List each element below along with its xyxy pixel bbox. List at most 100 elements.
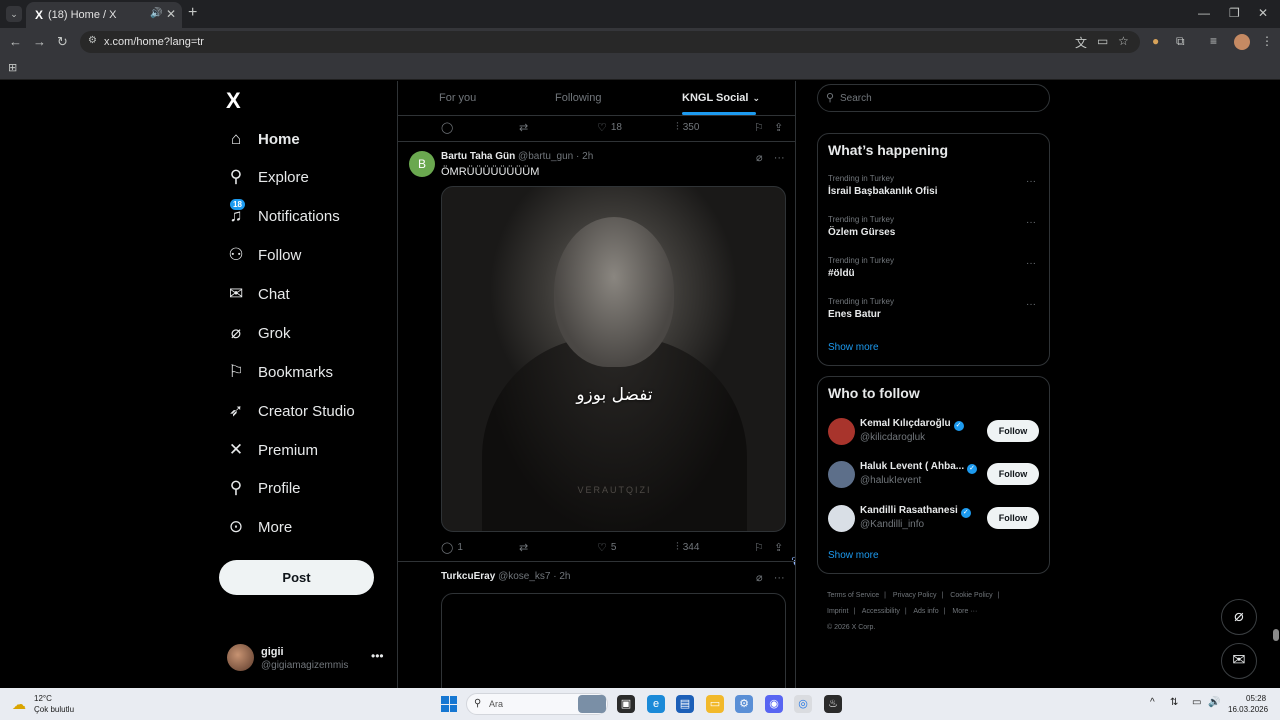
nav-premium[interactable]: ✕ Premium: [226, 436, 386, 464]
network-icon[interactable]: ⇅: [1170, 697, 1178, 708]
forward-arrow-icon[interactable]: →: [33, 34, 46, 49]
tweet-video[interactable]: تفضل بوزو VERAUTQIZI: [441, 186, 786, 532]
cloud-sun-icon[interactable]: ☁: [12, 696, 26, 713]
trend-name[interactable]: #öldü: [828, 268, 855, 279]
footer-link[interactable]: Ads info: [913, 608, 938, 615]
follow-name[interactable]: Haluk Levent ( Ahba... ✓: [860, 461, 978, 474]
volume-icon[interactable]: 🔊: [1208, 697, 1220, 708]
share-icon[interactable]: ⇪: [774, 121, 787, 134]
bookmark-icon[interactable]: ⚐: [754, 121, 768, 134]
menu-kebab-icon[interactable]: ⋮: [1261, 34, 1273, 48]
window-close-icon[interactable]: ✕: [1258, 6, 1268, 20]
follow-name[interactable]: Kemal Kılıçdaroğlu ✓: [860, 418, 964, 431]
tweet-time[interactable]: · 2h: [576, 151, 593, 162]
steam-icon[interactable]: ♨: [824, 695, 842, 713]
footer-link[interactable]: Cookie Policy: [950, 592, 992, 599]
new-tab-button[interactable]: +: [188, 4, 197, 22]
settings-icon[interactable]: ⚙: [735, 695, 753, 713]
close-tab-icon[interactable]: ✕: [166, 7, 176, 21]
footer-link[interactable]: Terms of Service: [827, 592, 879, 599]
footer-link[interactable]: Accessibility: [862, 608, 900, 615]
nav-profile[interactable]: ⚲ Profile: [226, 474, 386, 502]
views-button[interactable]: ⫶ 350: [676, 121, 699, 134]
tab-search-button[interactable]: ⌄: [6, 6, 22, 22]
more-dots-icon[interactable]: ···: [1026, 299, 1036, 310]
task-view-icon[interactable]: ▣: [617, 695, 635, 713]
clock-time[interactable]: 05:28: [1246, 694, 1266, 703]
nav-grok[interactable]: ⌀ Grok: [226, 319, 386, 347]
weather-temperature[interactable]: 12°C: [34, 694, 52, 703]
more-dots-icon[interactable]: ···: [1026, 176, 1036, 187]
footer-link[interactable]: Imprint: [827, 608, 848, 615]
x-logo-icon[interactable]: X: [226, 88, 241, 114]
tweet-avatar[interactable]: B: [409, 151, 435, 177]
trend-name[interactable]: Enes Batur: [828, 309, 881, 320]
nav-chat[interactable]: ✉ Chat: [226, 280, 386, 308]
reply-button[interactable]: ◯ 1: [441, 541, 463, 554]
search-input[interactable]: ⚲ Search: [817, 84, 1050, 112]
tweet-time[interactable]: · 2h: [553, 571, 570, 582]
grok-fab-icon[interactable]: ⌀: [1221, 599, 1257, 635]
nav-notifications[interactable]: ♫ 18 Notifications: [226, 199, 386, 230]
clock-date[interactable]: 16.03.2026: [1228, 705, 1268, 714]
windows-start-icon[interactable]: [441, 696, 457, 712]
display-icon[interactable]: ▭: [1192, 697, 1201, 708]
cast-icon[interactable]: ▭: [1097, 34, 1108, 48]
like-button[interactable]: ♡ 18: [597, 121, 622, 134]
trend-name[interactable]: İsrail Başbakanlık Ofisi: [828, 186, 938, 197]
profile-avatar[interactable]: [1234, 34, 1250, 50]
more-dots-icon[interactable]: ···: [1026, 258, 1036, 269]
tweet-media[interactable]: [441, 593, 786, 688]
tweet-author-handle[interactable]: @bartu_gun: [518, 151, 573, 162]
speaker-icon[interactable]: 🔊: [150, 8, 162, 19]
follow-button[interactable]: Follow: [987, 507, 1039, 529]
grok-icon[interactable]: ⌀: [756, 572, 763, 584]
nav-follow[interactable]: ⚇ Follow: [226, 241, 386, 269]
edge-icon[interactable]: e: [647, 695, 665, 713]
address-bar[interactable]: ⚙ x.com/home?lang=tr: [80, 31, 1140, 53]
more-dots-icon[interactable]: ···: [1026, 217, 1036, 228]
bookmark-icon[interactable]: ⚐: [754, 541, 768, 554]
bookmark-star-icon[interactable]: ☆: [1118, 34, 1129, 48]
footer-link[interactable]: Privacy Policy: [893, 592, 937, 599]
back-arrow-icon[interactable]: ←: [9, 34, 22, 49]
browser-tab[interactable]: X (18) Home / X 🔊 ✕: [26, 2, 182, 28]
trend-name[interactable]: Özlem Gürses: [828, 227, 895, 238]
chevron-up-icon[interactable]: ^: [1150, 697, 1155, 708]
tab-following[interactable]: Following: [555, 92, 601, 104]
more-dots-icon[interactable]: ···: [774, 572, 785, 584]
tweet-author-name[interactable]: TurkcuEray: [441, 571, 495, 582]
extension-avatar-icon[interactable]: ●: [1152, 34, 1159, 48]
show-more-link[interactable]: Show more: [828, 550, 879, 561]
nav-explore[interactable]: ⚲ Explore: [226, 163, 386, 191]
tweet-author-name[interactable]: Bartu Taha Gün: [441, 151, 515, 162]
tab-kngl-social[interactable]: KNGL Social ⌄: [682, 92, 760, 104]
search-highlight-icon[interactable]: [578, 695, 606, 713]
reading-list-icon[interactable]: ≡: [1210, 34, 1217, 48]
url-text[interactable]: x.com/home?lang=tr: [104, 36, 204, 48]
tweet-author-handle[interactable]: @kose_ks7: [498, 571, 550, 582]
follow-name[interactable]: Kandilli Rasathanesi ✓: [860, 505, 971, 518]
avatar[interactable]: [828, 505, 855, 532]
file-explorer-icon[interactable]: ▭: [706, 695, 724, 713]
restore-icon[interactable]: ❐: [1229, 6, 1240, 20]
store-icon[interactable]: ▤: [676, 695, 694, 713]
nav-creator-studio[interactable]: ➶ Creator Studio: [226, 397, 386, 425]
tab-for-you[interactable]: For you: [439, 92, 476, 104]
avatar[interactable]: [828, 418, 855, 445]
follow-button[interactable]: Follow: [987, 463, 1039, 485]
retweet-icon[interactable]: ⇄: [519, 541, 532, 554]
translate-icon[interactable]: 文: [1075, 34, 1087, 51]
site-info-icon[interactable]: ⚙: [88, 35, 97, 46]
chrome-icon[interactable]: ◎: [794, 695, 812, 713]
show-more-link[interactable]: Show more: [828, 342, 879, 353]
post-button[interactable]: Post: [219, 560, 374, 595]
minimize-icon[interactable]: —: [1198, 6, 1210, 20]
discord-icon[interactable]: ◉: [765, 695, 783, 713]
apps-grid-icon[interactable]: ⊞: [8, 61, 17, 74]
footer-link[interactable]: More ···: [952, 608, 977, 615]
nav-home[interactable]: ⌂ Home: [226, 125, 386, 153]
reload-icon[interactable]: ↻: [57, 34, 68, 50]
follow-button[interactable]: Follow: [987, 420, 1039, 442]
views-button[interactable]: ⫶ 344: [676, 541, 699, 554]
